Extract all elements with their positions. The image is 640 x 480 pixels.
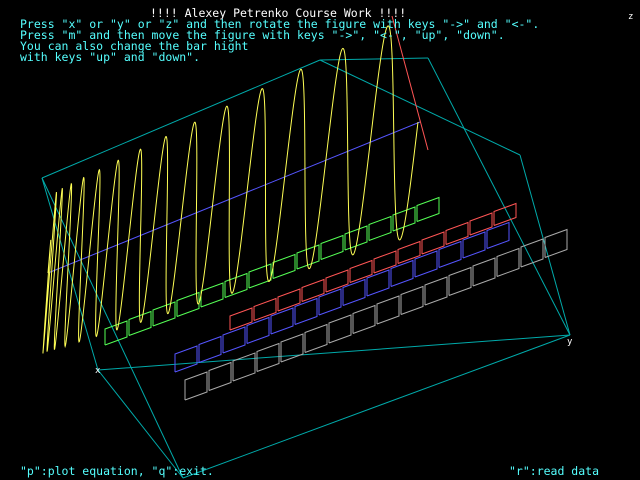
footer-plot-exit-hint: "p":plot equation, "q":exit. xyxy=(20,464,214,478)
bar-row-gray-bar xyxy=(232,352,256,382)
bar-row-gray-bar xyxy=(520,238,544,268)
bar-chart-3d xyxy=(104,196,568,401)
bar-row-red-bar xyxy=(445,221,469,245)
sine-wave xyxy=(42,25,419,354)
bar-row-green-bar xyxy=(320,234,344,260)
dos-screen: !!!! Alexey Petrenko Course Work !!!! Pr… xyxy=(0,0,640,480)
bar-row-gray-bar xyxy=(328,314,352,344)
bar-row-gray-bar xyxy=(448,266,472,296)
bar-row-blue-bar xyxy=(366,269,390,297)
frame-edge-left xyxy=(41,177,99,371)
bar-row-gray-bar xyxy=(376,295,400,325)
frame-edge-top-back xyxy=(41,59,321,179)
wave-midline xyxy=(47,121,421,274)
bar-row-green-bar xyxy=(176,291,200,317)
frame-edge-diagonal xyxy=(41,177,184,479)
bar-row-blue-bar xyxy=(342,278,366,306)
bar-row-blue-bar xyxy=(198,335,222,363)
bar-row-red-bar xyxy=(397,240,421,264)
bar-row-gray-bar xyxy=(400,285,424,315)
bar-row-blue-bar xyxy=(174,345,198,373)
bar-row-gray-bar xyxy=(424,276,448,306)
bar-row-blue-bar xyxy=(318,288,342,316)
3d-scene xyxy=(41,15,571,479)
frame-edge-bottom xyxy=(97,334,571,371)
bar-row-green-bar xyxy=(200,282,224,308)
frame-edge-front xyxy=(182,334,571,479)
bar-row-red-bar xyxy=(229,307,253,331)
bar-row-blue-bar xyxy=(438,240,462,268)
bar-row-green-bar xyxy=(272,253,296,279)
bar-row-gray-bar xyxy=(496,247,520,277)
bar-row-blue-bar xyxy=(294,297,318,325)
frame-edge-inner-top xyxy=(319,59,521,156)
bar-row-blue-bar xyxy=(486,221,510,249)
bar-row-blue-bar xyxy=(462,231,486,259)
footer-read-data-hint: "r":read data xyxy=(509,464,600,478)
bar-row-red-bar xyxy=(421,231,445,255)
bar-row-gray-bar xyxy=(472,257,496,287)
bar-row-gray-bar xyxy=(184,371,208,401)
bar-row-blue-bar xyxy=(414,250,438,278)
bar-row-blue-bar xyxy=(246,316,270,344)
bar-row-blue-bar xyxy=(270,307,294,335)
wave-midline-segment xyxy=(47,121,421,274)
axis-label-z: z xyxy=(628,12,634,22)
sine-wave-curve xyxy=(42,25,419,354)
bar-row-red-bar xyxy=(349,259,373,283)
bar-row-red-bar xyxy=(253,297,277,321)
bar-row-blue-bar xyxy=(222,326,246,354)
bar-row-gray-bar xyxy=(544,228,568,258)
axis-label-y: y xyxy=(567,337,573,347)
bounding-box xyxy=(41,57,571,479)
bar-row-gray-bar xyxy=(280,333,304,363)
frame-edge-top-right xyxy=(319,57,429,61)
bar-row-red-bar xyxy=(373,250,397,274)
bar-row-gray-bar xyxy=(352,304,376,334)
bar-row-blue-bar xyxy=(390,259,414,287)
bar-row-red-bar xyxy=(325,269,349,293)
bar-row-red-bar xyxy=(469,212,493,236)
bar-row-green-bar xyxy=(152,301,176,327)
bar-row-red-bar xyxy=(277,288,301,312)
bar-row-gray-bar xyxy=(208,361,232,391)
bar-row-green-bar xyxy=(416,196,440,222)
frame-edge-front-left xyxy=(97,369,184,479)
bar-row-red-bar xyxy=(301,278,325,302)
bar-row-green-bar xyxy=(368,215,392,241)
axis-label-x: x xyxy=(95,366,101,376)
instruction-bar-keys: with keys "up" and "down". xyxy=(20,50,201,64)
bar-row-gray-bar xyxy=(304,323,328,353)
